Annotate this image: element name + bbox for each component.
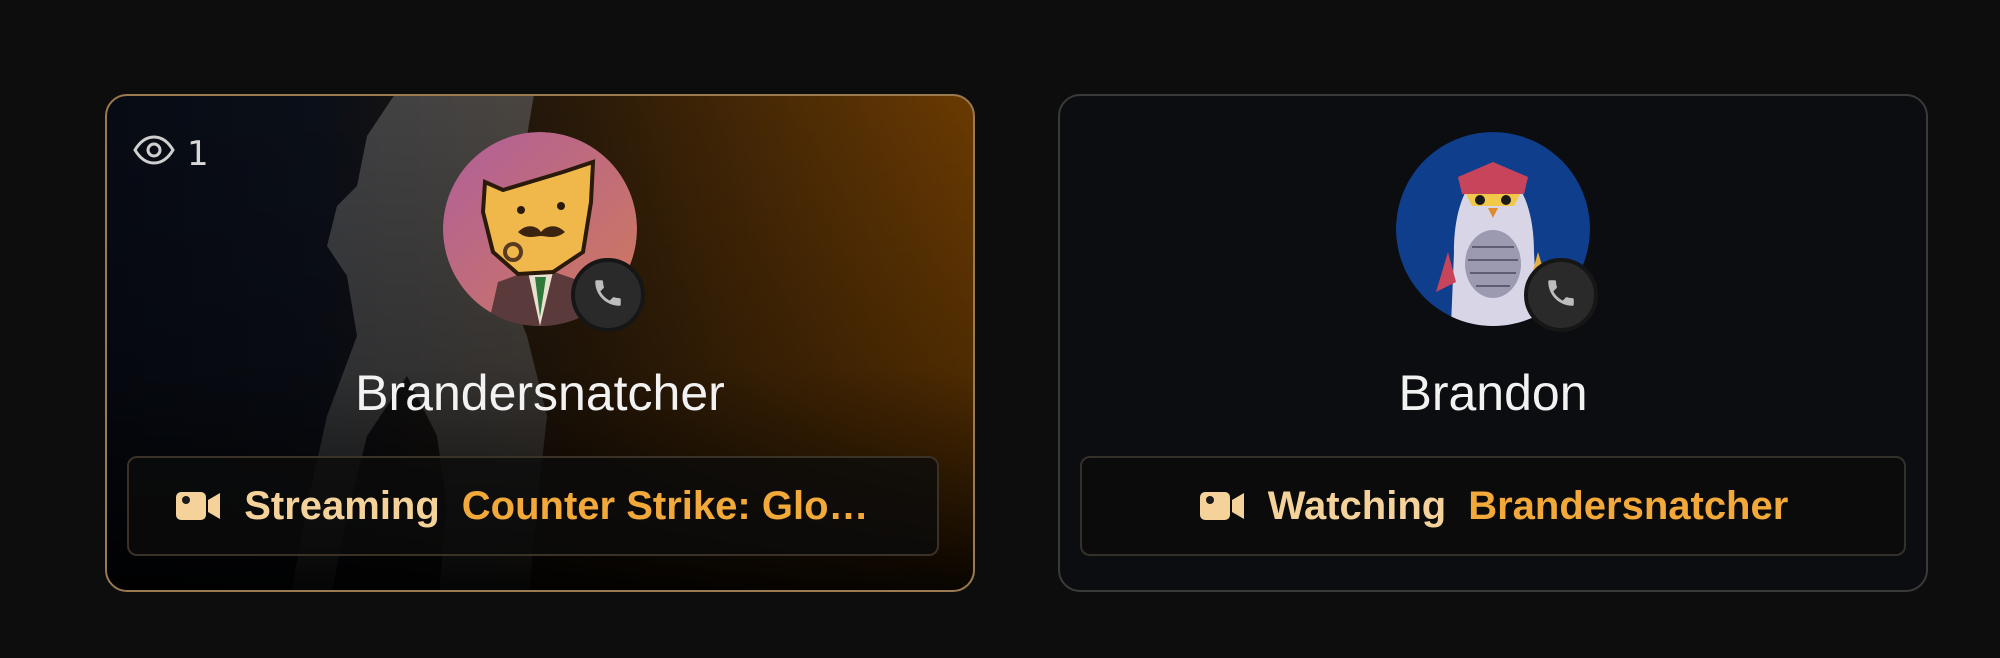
- video-camera-icon: [1198, 488, 1246, 524]
- phone-icon: [591, 276, 625, 314]
- avatar-container[interactable]: [443, 132, 645, 332]
- phone-icon: [1544, 276, 1578, 314]
- activity-verb: Streaming: [244, 483, 440, 528]
- call-status-badge: [1524, 258, 1598, 332]
- eye-icon: [133, 134, 175, 174]
- participants-grid: 1 Brandersnatcher Streaming Counter Stri…: [0, 0, 2000, 658]
- viewer-count: 1: [133, 134, 209, 174]
- participant-card-brandon[interactable]: Brandon Watching Brandersnatcher: [1058, 94, 1928, 592]
- participant-name: Brandon: [1398, 365, 1588, 421]
- call-status-badge: [571, 258, 645, 332]
- activity-verb: Watching: [1267, 483, 1447, 528]
- activity-target[interactable]: Counter Strike: Global Offensive: [462, 484, 892, 529]
- video-camera-icon: [174, 488, 222, 524]
- participant-name: Brandersnatcher: [355, 365, 725, 421]
- activity-status[interactable]: Streaming Counter Strike: Global Offensi…: [127, 456, 939, 556]
- activity-status[interactable]: Watching Brandersnatcher: [1080, 456, 1906, 556]
- viewer-count-value: 1: [187, 134, 209, 174]
- avatar-container[interactable]: [1396, 132, 1598, 332]
- activity-target[interactable]: Brandersnatcher: [1468, 484, 1788, 529]
- participant-card-brandersnatcher[interactable]: 1 Brandersnatcher Streaming Counter Stri…: [105, 94, 975, 592]
